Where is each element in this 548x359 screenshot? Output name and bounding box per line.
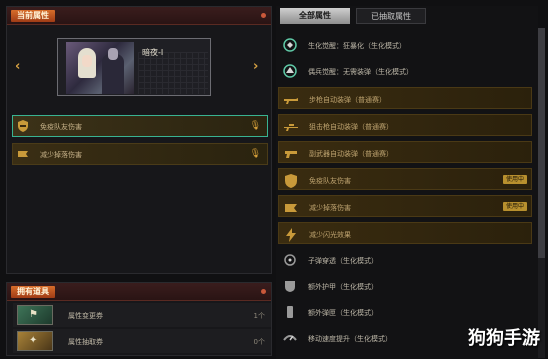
owned-item-row-1[interactable]: ⚑ 属性变更券 1个	[13, 303, 271, 327]
attribute-label: 偶兵觉醒：无需装弹（生化模式）	[308, 68, 413, 76]
property-label: 减少掉落伤害	[40, 151, 82, 159]
attribute-label: 减少闪光效果	[309, 231, 351, 239]
card-grid-pattern	[138, 52, 208, 94]
microphone-icon[interactable]: 🎙	[250, 121, 261, 131]
magazine-icon	[287, 306, 293, 318]
fall-icon	[285, 204, 297, 212]
exchange-icon: ⚑	[17, 305, 53, 325]
attribute-label: 子弹穿透（生化模式）	[308, 257, 378, 265]
speed-icon	[283, 335, 297, 341]
attributes-scrollbar[interactable]	[538, 28, 545, 358]
header-pin-icon	[261, 289, 266, 294]
current-attributes-title: 当前属性	[11, 10, 55, 22]
property-label: 免疫队友伤害	[40, 123, 82, 131]
attribute-row[interactable]: 减少掉落伤害 使用中	[278, 195, 532, 217]
attribute-row[interactable]: 免疫队友伤害 使用中	[278, 168, 532, 190]
attribute-row[interactable]: 额外护甲（生化模式）	[278, 274, 532, 298]
owned-item-name: 属性变更券	[68, 312, 103, 320]
portrait-face-2	[108, 48, 118, 60]
sniper-icon	[284, 124, 298, 131]
attribute-row[interactable]: 偶兵觉醒：无需装弹（生化模式）	[278, 59, 532, 83]
header-pin-icon	[261, 13, 266, 18]
attribute-row[interactable]: 步枪自动装弹（普通赛）	[278, 87, 532, 109]
property-row-2[interactable]: 减少掉落伤害 🎙	[12, 143, 268, 165]
attribute-row[interactable]: 副武器自动装弹（普通赛）	[278, 141, 532, 163]
owned-items-title: 拥有道具	[11, 286, 55, 298]
tab-all-attributes[interactable]: 全部属性	[280, 8, 350, 24]
owned-items-header: 拥有道具	[7, 283, 271, 301]
scrollbar-thumb[interactable]	[538, 28, 545, 258]
attribute-label: 步枪自动装弹（普通赛）	[309, 96, 386, 104]
shield-icon	[285, 174, 297, 188]
owned-item-count: 1个	[253, 312, 265, 320]
attribute-label: 狙击枪自动装弹（普通赛）	[309, 123, 393, 131]
attribute-row[interactable]: 狙击枪自动装弹（普通赛）	[278, 114, 532, 136]
owned-item-count: 0个	[253, 338, 265, 346]
tab-extracted-attributes[interactable]: 已抽取属性	[356, 8, 426, 24]
next-character-arrow-icon[interactable]: ›	[253, 59, 258, 74]
attribute-row[interactable]: 子弹穿透（生化模式）	[278, 248, 532, 272]
attribute-row[interactable]: 额外弹匣（生化模式）	[278, 300, 532, 324]
pistol-icon	[285, 151, 297, 158]
attribute-label: 副武器自动装弹（普通赛）	[309, 150, 393, 158]
awaken-icon	[283, 64, 297, 78]
shield-gun-icon	[18, 120, 28, 132]
portrait-face-1	[82, 55, 92, 67]
attribute-label: 额外弹匣（生化模式）	[308, 309, 378, 317]
attribute-label: 移动速度提升（生化模式）	[308, 335, 392, 343]
attribute-label: 生化觉醒：狂暴化（生化模式）	[308, 42, 406, 50]
attribute-row[interactable]: 减少闪光效果	[278, 222, 532, 244]
character-portrait	[66, 42, 134, 94]
current-attributes-header: 当前属性	[7, 7, 271, 25]
attribute-label: 免疫队友伤害	[309, 177, 351, 185]
in-use-badge: 使用中	[502, 175, 527, 184]
prev-character-arrow-icon[interactable]: ‹	[15, 59, 20, 74]
attributes-list-panel: 全部属性 已抽取属性 生化觉醒：狂暴化（生化模式） 偶兵觉醒：无需装弹（生化模式…	[276, 6, 538, 359]
fall-damage-icon	[18, 151, 28, 157]
attribute-label: 额外护甲（生化模式）	[308, 283, 378, 291]
property-row-1[interactable]: 免疫队友伤害 🎙	[12, 115, 268, 137]
owned-items-panel: 拥有道具 ⚑ 属性变更券 1个 ✦ 属性抽取券 0个	[6, 282, 272, 356]
character-name: 暗夜-Ⅰ	[142, 48, 164, 57]
bullet-icon	[284, 254, 296, 266]
in-use-badge: 使用中	[502, 202, 527, 211]
armor-icon	[285, 281, 295, 292]
portrait-figure-2	[102, 54, 124, 94]
owned-item-row-2[interactable]: ✦ 属性抽取券 0个	[13, 329, 271, 353]
rifle-icon	[284, 98, 298, 104]
owned-item-name: 属性抽取券	[68, 338, 103, 346]
watermark-logo: 狗狗手游	[468, 328, 540, 349]
microphone-icon[interactable]: 🎙	[250, 149, 261, 159]
attribute-row[interactable]: 生化觉醒：狂暴化（生化模式）	[278, 33, 532, 57]
awaken-icon	[283, 38, 297, 52]
attribute-label: 减少掉落伤害	[309, 204, 351, 212]
character-card[interactable]: 暗夜-Ⅰ	[57, 38, 211, 96]
draw-icon: ✦	[17, 331, 53, 351]
flash-icon	[286, 228, 296, 242]
